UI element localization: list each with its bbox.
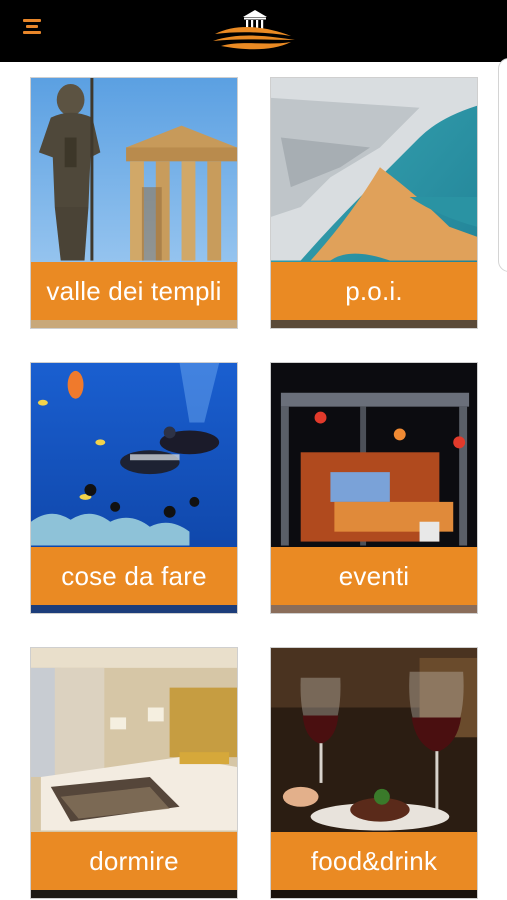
tile-poi[interactable]: p.o.i. bbox=[270, 77, 478, 329]
tile-label: eventi bbox=[271, 547, 477, 605]
top-app-bar bbox=[0, 0, 507, 62]
tile-label: dormire bbox=[31, 832, 237, 890]
tile-eventi[interactable]: eventi bbox=[270, 362, 478, 614]
tile-label: p.o.i. bbox=[271, 262, 477, 320]
tile-cose-da-fare[interactable]: cose da fare bbox=[30, 362, 238, 614]
tile-label: valle dei templi bbox=[31, 262, 237, 320]
tile-dormire[interactable]: dormire bbox=[30, 647, 238, 899]
tile-valle-dei-templi[interactable]: valle dei templi bbox=[30, 77, 238, 329]
side-drawer-edge[interactable] bbox=[498, 58, 507, 272]
hamburger-menu-icon[interactable] bbox=[19, 14, 45, 40]
tile-food-drink[interactable]: food&drink bbox=[270, 647, 478, 899]
tile-label: food&drink bbox=[271, 832, 477, 890]
tile-label: cose da fare bbox=[31, 547, 237, 605]
temple-waves-logo-icon[interactable] bbox=[209, 6, 299, 54]
